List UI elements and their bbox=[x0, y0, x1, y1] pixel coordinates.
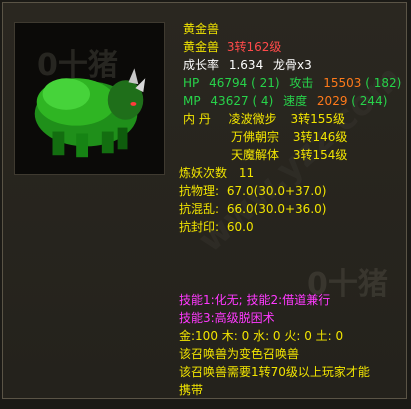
neidan-row-1: 内 丹 凌波微步 3转155级 bbox=[183, 110, 345, 128]
hp-attack-row: HP 46794 ( 21) 攻击 15503 ( 182) bbox=[183, 74, 401, 92]
skills-row-2: 技能3:高级脱困术 bbox=[179, 309, 275, 327]
resist-physical-row: 抗物理: 67.0(30.0+37.0) bbox=[179, 182, 326, 200]
resist-chaos-value: 66.0(30.0+36.0) bbox=[226, 202, 327, 216]
neidan-label: 内 丹 bbox=[183, 112, 211, 126]
resist-seal-value: 60.0 bbox=[226, 220, 254, 234]
growth-label: 成长率 bbox=[183, 58, 220, 72]
note-row-2: 该召唤兽需要1转70级以上玩家才能 bbox=[179, 363, 370, 381]
attack-value: 15503 bbox=[323, 76, 362, 90]
neidan-row-2: 万佛朝宗 3转146级 bbox=[231, 128, 347, 146]
note-row-1: 该召唤兽为变色召唤兽 bbox=[179, 345, 299, 363]
neidan-1-name: 凌波微步 bbox=[228, 112, 277, 126]
resist-physical-label: 抗物理: bbox=[179, 184, 220, 198]
attack-bonus: ( 182) bbox=[365, 76, 402, 90]
refine-value: 11 bbox=[238, 166, 255, 180]
skills-row-1: 技能1:化无; 技能2:借道兼行 bbox=[179, 291, 330, 309]
resist-chaos-label: 抗混乱: bbox=[179, 202, 220, 216]
neidan-row-3: 天魔解体 3转154级 bbox=[231, 146, 347, 164]
neidan-3-name: 天魔解体 bbox=[231, 148, 280, 162]
note-row-3: 携带 bbox=[179, 381, 203, 399]
mp-speed-row: MP 43627 ( 4) 速度 2029 ( 244) bbox=[183, 92, 387, 110]
mp-value: 43627 bbox=[210, 94, 249, 108]
pet-name: 黄金兽 bbox=[183, 40, 220, 54]
pet-name-row: 黄金兽 3转162级 bbox=[183, 38, 281, 56]
resist-chaos-row: 抗混乱: 66.0(30.0+36.0) bbox=[179, 200, 326, 218]
neidan-2-level: 3转146级 bbox=[292, 130, 348, 144]
resist-seal-row: 抗封印: 60.0 bbox=[179, 218, 254, 236]
neidan-2-name: 万佛朝宗 bbox=[231, 130, 280, 144]
color-change-note: 该召唤兽为变色召唤兽 bbox=[179, 347, 300, 361]
skills-line-2: 技能3:高级脱困术 bbox=[179, 311, 275, 325]
elements-text: 金:100 木: 0 水: 0 火: 0 土: 0 bbox=[179, 329, 344, 343]
resist-seal-label: 抗封印: bbox=[179, 220, 220, 234]
skills-line-1: 技能1:化无; 技能2:借道兼行 bbox=[179, 293, 331, 307]
speed-bonus: ( 244) bbox=[351, 94, 388, 108]
resist-physical-value: 67.0(30.0+37.0) bbox=[226, 184, 327, 198]
mp-label: MP bbox=[183, 94, 201, 108]
hp-bonus: ( 21) bbox=[251, 76, 280, 90]
watermark-logo-text: 0十猪 bbox=[37, 48, 118, 83]
refine-row: 炼妖次数 11 bbox=[179, 164, 254, 182]
pet-level: 3转162级 bbox=[226, 40, 282, 54]
neidan-3-level: 3转154级 bbox=[292, 148, 348, 162]
pet-title-text: 黄金兽 bbox=[183, 22, 220, 36]
growth-row: 成长率 1.634 龙骨x3 bbox=[183, 56, 312, 74]
hp-value: 46794 bbox=[209, 76, 248, 90]
neidan-1-level: 3转155级 bbox=[290, 112, 346, 126]
elements-row: 金:100 木: 0 水: 0 火: 0 土: 0 bbox=[179, 327, 343, 345]
speed-label: 速度 bbox=[283, 94, 308, 108]
mp-bonus: ( 4) bbox=[252, 94, 274, 108]
attack-label: 攻击 bbox=[289, 76, 314, 90]
refine-label: 炼妖次数 bbox=[179, 166, 228, 180]
speed-value: 2029 bbox=[316, 94, 348, 108]
requirement-note: 该召唤兽需要1转70级以上玩家才能 bbox=[179, 365, 370, 379]
watermark-logo-top: 0十猪 bbox=[33, 39, 153, 89]
pet-info-panel: 0十猪 0十猪 www.yzz.com 黄金兽 黄金兽 3转162级 成长率 1… bbox=[2, 2, 410, 399]
growth-value: 1.634 bbox=[228, 58, 264, 72]
requirement-note-continued: 携带 bbox=[179, 383, 204, 397]
bone-count: 龙骨x3 bbox=[273, 58, 312, 72]
hp-label: HP bbox=[183, 76, 200, 90]
pet-title: 黄金兽 bbox=[183, 20, 219, 38]
